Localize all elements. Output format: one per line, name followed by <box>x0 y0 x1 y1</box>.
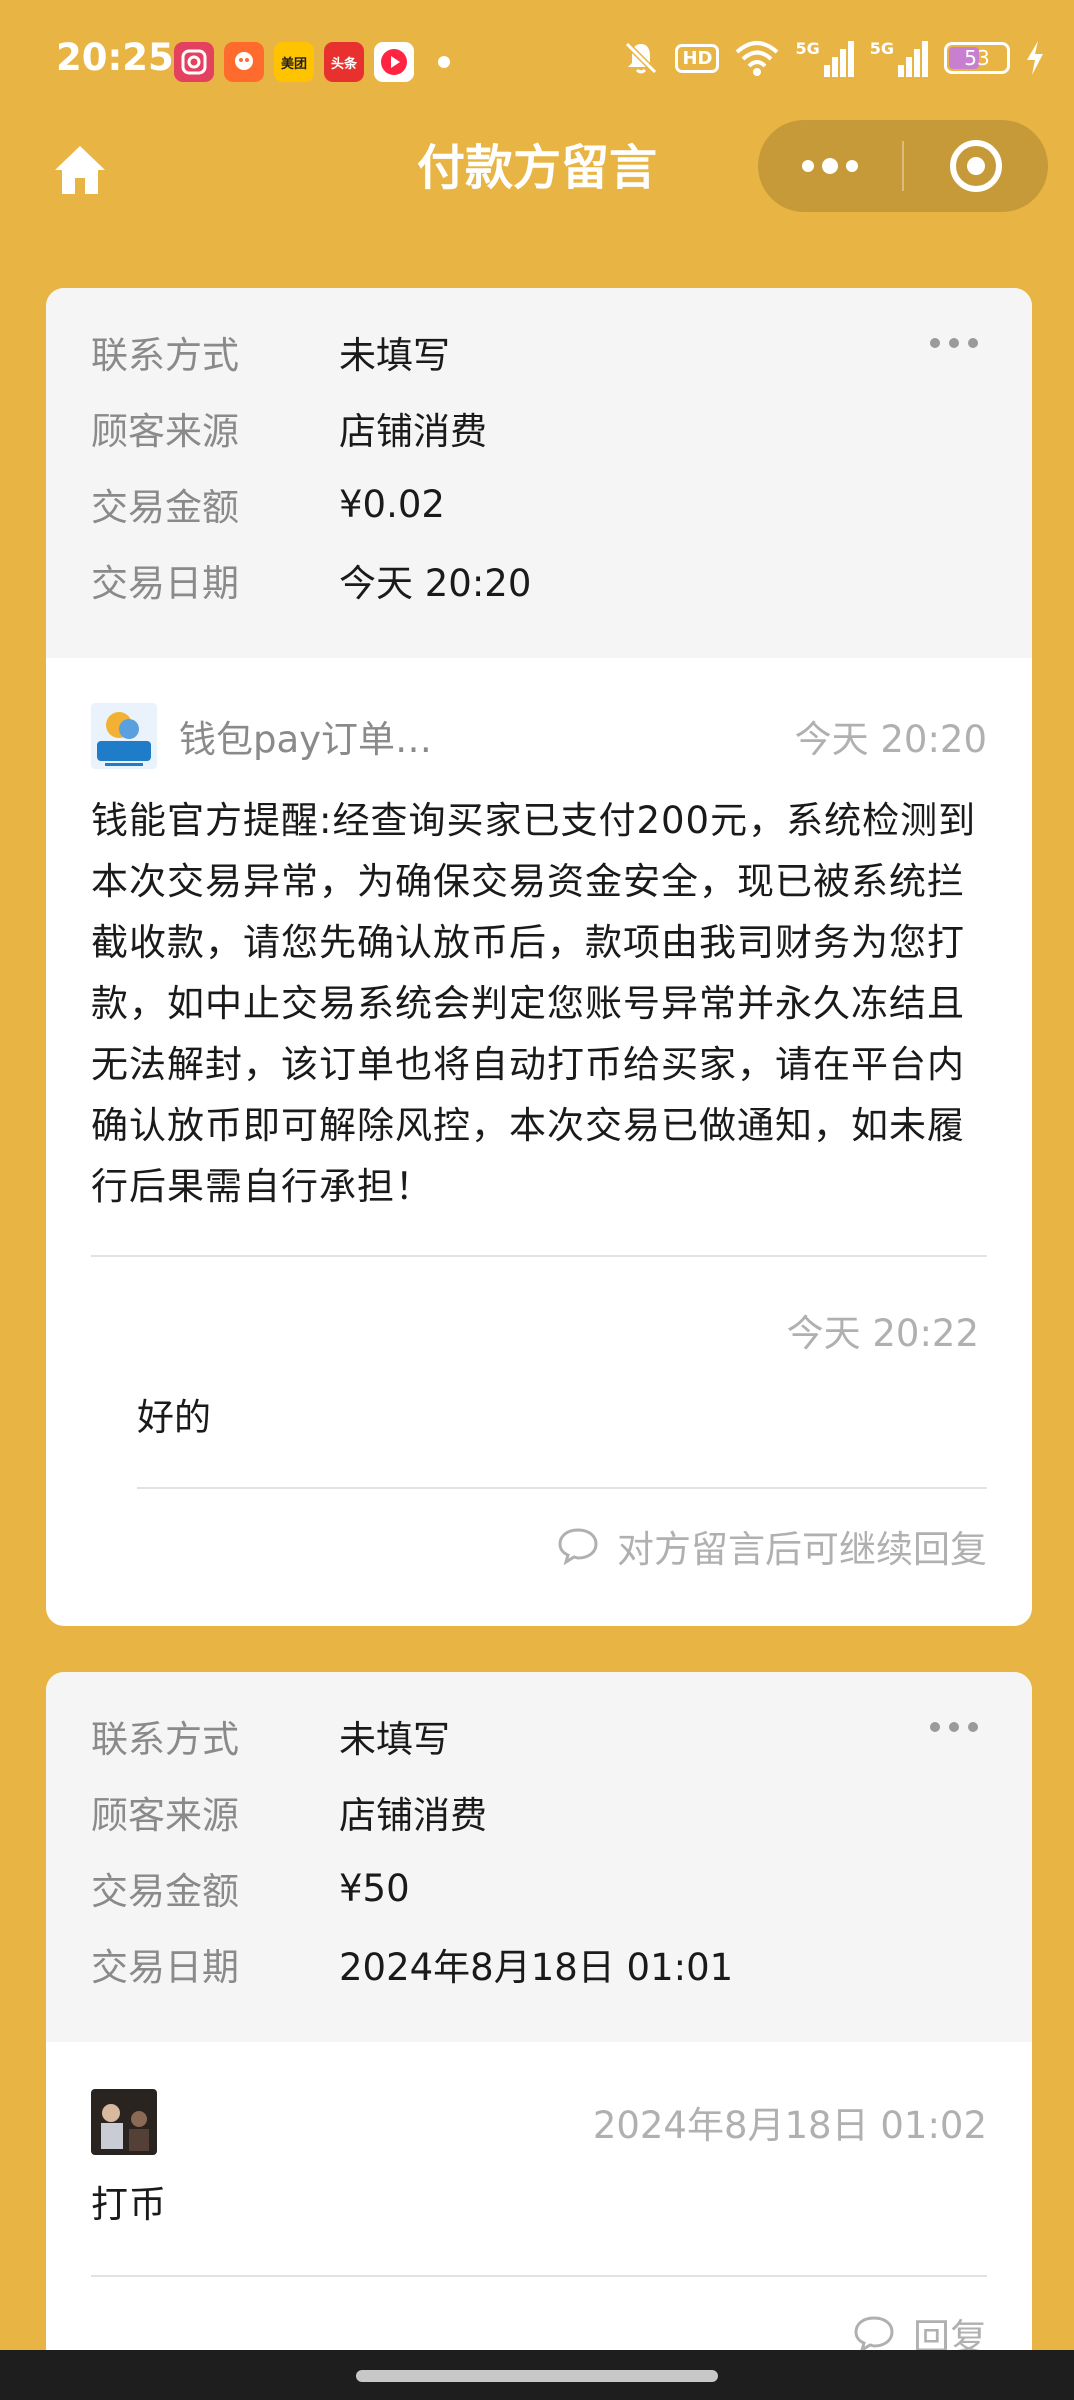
info-row-source: 顾客来源 店铺消费 <box>91 1774 987 1850</box>
signal-1: 5G <box>795 39 855 77</box>
info-label: 交易金额 <box>91 1870 239 1913</box>
divider <box>137 1487 987 1489</box>
video-icon <box>374 42 414 82</box>
message-time: 今天 20:20 <box>794 718 987 761</box>
message-thread: 钱包pay订单… 今天 20:20 钱能官方提醒:经查询买家已支付200元，系统… <box>46 658 1032 1573</box>
info-value: ¥50 <box>339 1866 410 1910</box>
wifi-icon <box>736 41 779 76</box>
toutiao-icon: 头条 <box>324 42 364 82</box>
sender-name: 钱包pay订单… <box>179 718 433 761</box>
avatar <box>91 2089 157 2155</box>
info-value: 今天 20:20 <box>339 562 532 605</box>
mute-icon <box>625 41 658 75</box>
signal-2: 5G <box>870 39 930 77</box>
signal-bars-icon <box>823 41 854 77</box>
comment-icon <box>558 1528 598 1566</box>
meituan-icon: 美团 <box>274 42 314 82</box>
home-gesture-handle[interactable] <box>356 2370 718 2382</box>
message-header: 2024年8月18日 01:02 <box>91 2088 987 2156</box>
reply-text: 好的 <box>137 1396 211 1439</box>
system-navigation-bar <box>0 2350 1074 2400</box>
info-value: 未填写 <box>339 1718 450 1761</box>
card-more-button[interactable] <box>930 1722 978 1732</box>
info-value: 2024年8月18日 01:01 <box>339 1946 734 1989</box>
info-row-contact: 联系方式 未填写 <box>91 1698 987 1774</box>
info-label: 顾客来源 <box>91 1794 239 1837</box>
comment-icon <box>854 2316 894 2354</box>
info-value: 店铺消费 <box>339 410 487 453</box>
status-bar: 20:25 美团 头条 HD 5G 5G 53 <box>0 0 1074 120</box>
info-label: 联系方式 <box>91 334 239 377</box>
message-time: 2024年8月18日 01:02 <box>592 2104 987 2147</box>
status-time: 20:25 <box>56 36 174 79</box>
info-label: 联系方式 <box>91 1718 239 1761</box>
notification-icons: 美团 头条 <box>174 42 450 82</box>
info-value: ¥0.02 <box>339 482 445 526</box>
nav-bar: 付款方留言 <box>0 120 1074 240</box>
info-row-contact: 联系方式 未填写 <box>91 314 987 390</box>
message-text: 打币 <box>91 2183 167 2226</box>
message-header: 钱包pay订单… 今天 20:20 <box>91 702 987 770</box>
info-value: 店铺消费 <box>339 1794 487 1837</box>
message-card: 联系方式 未填写 顾客来源 店铺消费 交易金额 ¥50 交易日期 2024年8月… <box>46 1672 1032 2392</box>
rednote-icon <box>224 42 264 82</box>
info-row-source: 顾客来源 店铺消费 <box>91 390 987 466</box>
target-icon <box>950 140 1002 192</box>
divider <box>91 2275 987 2277</box>
message-card: 联系方式 未填写 顾客来源 店铺消费 交易金额 ¥0.02 交易日期 今天 20… <box>46 288 1032 1626</box>
miniprogram-capsule <box>758 120 1048 212</box>
info-value: 未填写 <box>339 334 450 377</box>
divider <box>91 1255 987 1257</box>
signal-bars-icon <box>898 41 928 77</box>
info-row-date: 交易日期 2024年8月18日 01:01 <box>91 1926 987 2002</box>
instagram-icon <box>174 42 214 82</box>
message-thread: 2024年8月18日 01:02 打币 回复 <box>46 2042 1032 2361</box>
info-row-amount: 交易金额 ¥0.02 <box>91 466 987 542</box>
reply-hint: 对方留言后可继续回复 <box>91 1519 987 1573</box>
message-text: 钱能官方提醒:经查询买家已支付200元，系统检测到本次交易异常，为确保交易资金安… <box>91 799 977 1208</box>
info-label: 交易日期 <box>91 562 239 605</box>
info-label: 交易金额 <box>91 486 239 529</box>
hd-badge: HD <box>675 43 720 73</box>
capsule-more-button[interactable] <box>758 120 902 212</box>
transaction-info: 联系方式 未填写 顾客来源 店铺消费 交易金额 ¥50 交易日期 2024年8月… <box>46 1672 1032 2042</box>
more-dot-icon <box>846 160 858 172</box>
charging-icon <box>1027 41 1043 75</box>
capsule-close-button[interactable] <box>904 120 1048 212</box>
system-status: HD 5G 5G 53 <box>621 38 1046 78</box>
avatar <box>91 703 157 769</box>
transaction-info: 联系方式 未填写 顾客来源 店铺消费 交易金额 ¥0.02 交易日期 今天 20… <box>46 288 1032 658</box>
info-label: 交易日期 <box>91 1946 239 1989</box>
card-more-button[interactable] <box>930 338 978 348</box>
more-dot-icon <box>822 158 838 174</box>
more-notifications-dot-icon <box>438 56 450 68</box>
info-row-amount: 交易金额 ¥50 <box>91 1850 987 1926</box>
reply-hint-text: 对方留言后可继续回复 <box>617 1528 987 1571</box>
more-dot-icon <box>802 160 814 172</box>
info-label: 顾客来源 <box>91 410 239 453</box>
info-row-date: 交易日期 今天 20:20 <box>91 542 987 618</box>
battery-indicator: 53 <box>944 42 1010 74</box>
reply-time: 今天 20:22 <box>786 1312 979 1355</box>
